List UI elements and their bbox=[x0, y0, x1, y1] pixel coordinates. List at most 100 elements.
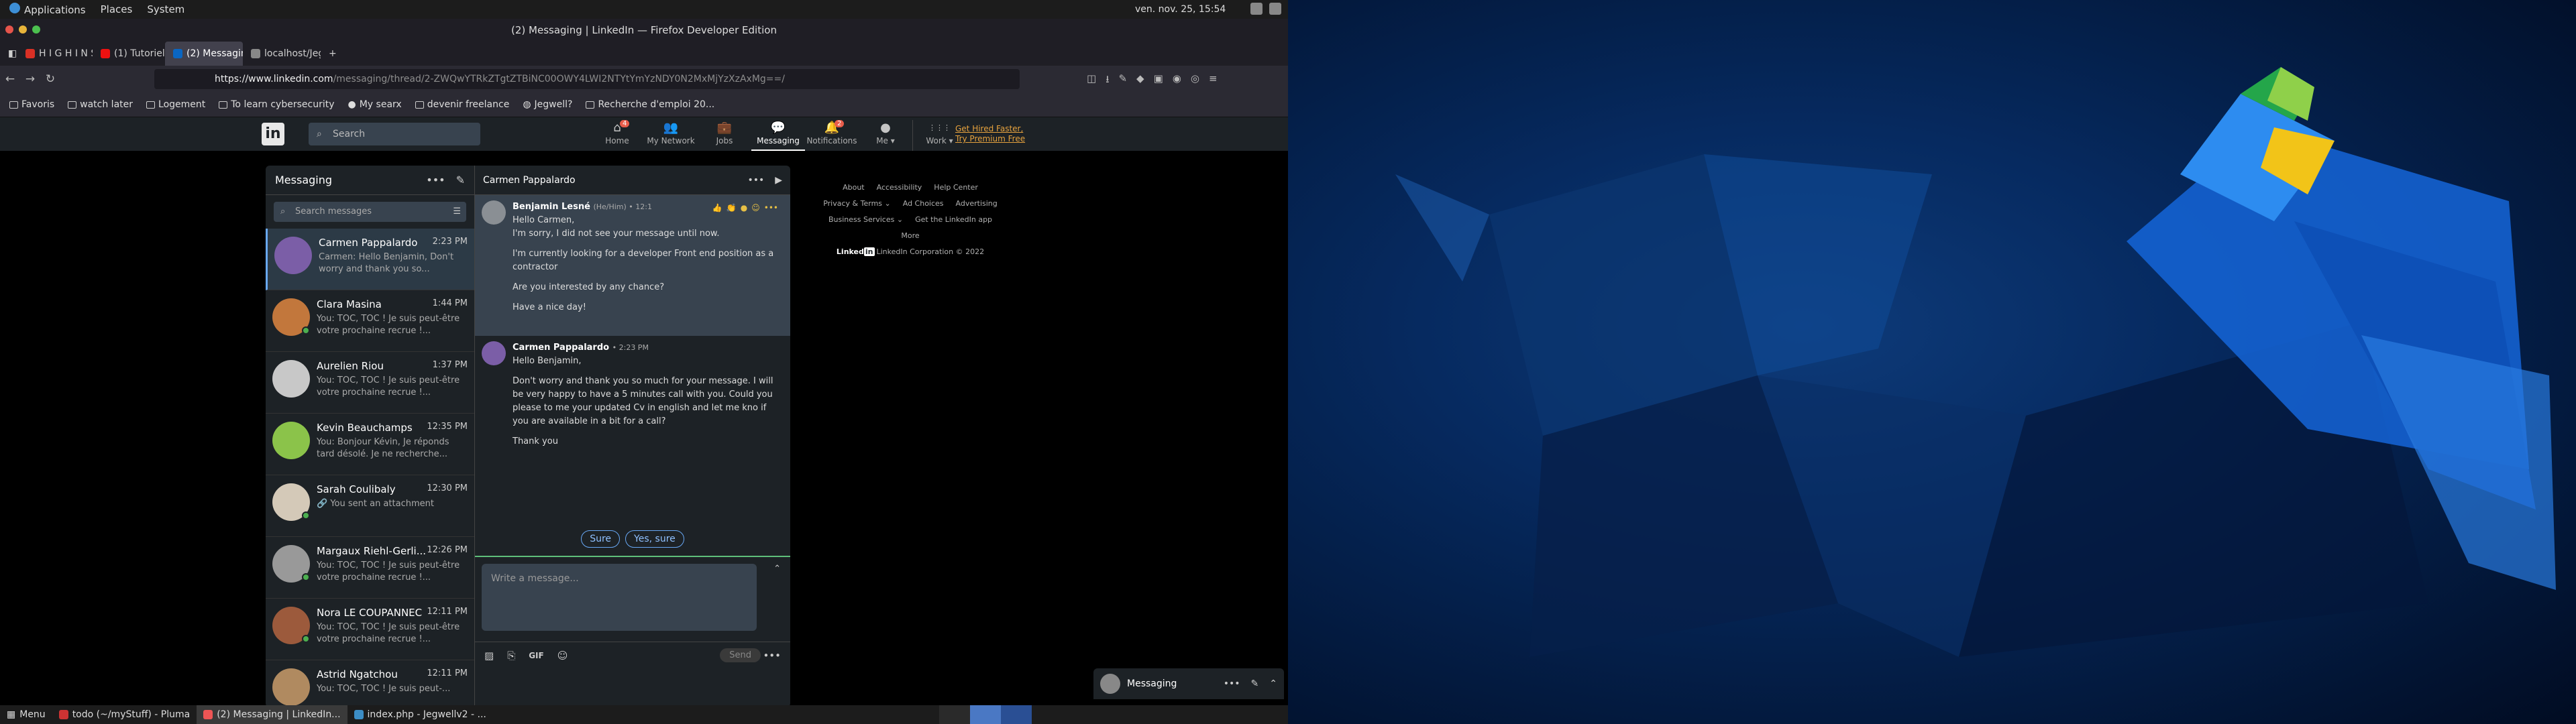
system-menu[interactable]: System bbox=[147, 3, 184, 15]
linkedin-logo[interactable]: in bbox=[262, 123, 284, 145]
nav-home[interactable]: ⌂ 4 Home bbox=[590, 120, 644, 151]
reaction-bar: 👍 👏 ● ☺ ••• bbox=[712, 203, 778, 213]
new-tab-button[interactable]: + bbox=[321, 42, 345, 66]
nav-jobs[interactable]: 💼 Jobs bbox=[698, 120, 751, 151]
extension-icon[interactable]: ◉ bbox=[1173, 72, 1181, 89]
pocket-icon[interactable]: ◫ bbox=[1087, 72, 1096, 89]
conversation-item[interactable]: Clara Masina 1:44 PM You: TOC, TOC ! Je su… bbox=[266, 290, 474, 352]
volume-icon[interactable] bbox=[1250, 3, 1263, 15]
conversation-item[interactable]: Nora LE COUPANNEC 12:11 PM You: TOC, TOC !… bbox=[266, 599, 474, 660]
nav-notifications[interactable]: 🔔 2 Notifications bbox=[805, 120, 859, 151]
conversation-item[interactable]: Margaux Riehl-Gerli... 12:26 PM You: TOC, … bbox=[266, 537, 474, 599]
nav-me[interactable]: ● Me ▾ bbox=[859, 120, 912, 151]
footer-link[interactable]: Accessibility bbox=[877, 180, 922, 196]
clock[interactable]: ven. nov. 25, 15:54 bbox=[1135, 4, 1226, 15]
tab-high-in-school[interactable]: H I G H I N S C H O bbox=[17, 42, 93, 66]
quick-replies: Sure Yes, sure bbox=[475, 530, 790, 548]
download-icon[interactable]: ⭳ bbox=[1106, 72, 1109, 89]
search-messages-input[interactable]: ⌕ Search messages ☰ bbox=[274, 202, 466, 222]
footer-link[interactable]: More bbox=[901, 228, 919, 244]
filter-icon[interactable]: ☰ bbox=[453, 202, 461, 222]
attachment-icon[interactable]: ⎘ bbox=[507, 650, 515, 662]
conversation-item[interactable]: Astrid Ngatchou 12:11 PM You: TOC, TOC ! J… bbox=[266, 660, 474, 707]
workspace-1[interactable] bbox=[939, 705, 970, 724]
footer-link[interactable]: Help Center bbox=[934, 180, 978, 196]
taskbar-window[interactable]: index.php - Jegwellv2 - ... bbox=[347, 705, 493, 724]
more-options-icon[interactable]: ••• bbox=[763, 650, 781, 662]
expand-icon[interactable]: ⌃ bbox=[773, 564, 781, 574]
conversation-item[interactable]: Aurelien Riou 1:37 PM You: TOC, TOC ! Je s… bbox=[266, 352, 474, 414]
footer-link[interactable]: Privacy & Terms ⌄ bbox=[823, 196, 891, 212]
footer-link[interactable]: Get the LinkedIn app bbox=[915, 212, 992, 228]
bookmark-folder[interactable]: Logement bbox=[146, 99, 205, 110]
workspace-2[interactable] bbox=[970, 705, 1001, 724]
global-search-input[interactable]: ⌕ Search bbox=[309, 123, 480, 145]
conversation-item[interactable]: Sarah Coulibaly 12:30 PM 🔗 You sent an att… bbox=[266, 475, 474, 537]
footer-link[interactable]: Business Services ⌄ bbox=[828, 212, 903, 228]
workspace-3[interactable] bbox=[1001, 705, 1032, 724]
applications-menu[interactable]: Applications bbox=[9, 3, 86, 16]
extension-icon[interactable]: ▣ bbox=[1154, 72, 1163, 89]
back-icon[interactable]: ← bbox=[0, 72, 20, 86]
send-button[interactable]: Send bbox=[720, 648, 761, 662]
forward-icon[interactable]: → bbox=[20, 72, 40, 86]
quick-reply-yes-sure[interactable]: Yes, sure bbox=[625, 530, 684, 548]
bookmark-link[interactable]: ◍ Jegwell? bbox=[523, 99, 572, 110]
extension-icon[interactable]: ◆ bbox=[1136, 72, 1144, 89]
message-line: Are you interested by any chance? bbox=[513, 282, 665, 292]
avatar-icon: ● bbox=[880, 121, 891, 135]
message-author[interactable]: Carmen Pappalardo bbox=[513, 343, 609, 353]
linkedin-wordmark: Linked bbox=[836, 247, 864, 256]
quick-reply-sure[interactable]: Sure bbox=[581, 530, 621, 548]
conversation-item[interactable]: Kevin Beauchamps 12:35 PM You: Bonjour Kév… bbox=[266, 414, 474, 475]
more-options-icon[interactable]: ••• bbox=[1224, 678, 1240, 689]
footer-link[interactable]: Advertising bbox=[956, 196, 998, 212]
video-call-icon[interactable]: ▶ bbox=[775, 175, 782, 186]
heart-icon[interactable]: ● bbox=[741, 203, 747, 213]
bookmark-folder[interactable]: To learn cybersecurity bbox=[219, 99, 335, 110]
bookmark-link[interactable]: ● My searx bbox=[348, 99, 402, 110]
more-options-icon[interactable]: ••• bbox=[426, 174, 445, 186]
laugh-icon[interactable]: ☺ bbox=[751, 203, 760, 213]
start-menu-button[interactable]: ▦ Menu bbox=[0, 705, 52, 724]
firefox-view-icon[interactable]: ◧ bbox=[0, 42, 17, 66]
widget-title: Messaging bbox=[1127, 678, 1177, 689]
thread-contact-name[interactable]: Carmen Pappalardo bbox=[483, 175, 576, 186]
url-bar[interactable]: https://www.linkedin.com/messaging/threa… bbox=[154, 69, 1020, 89]
nav-my-network[interactable]: 👥 My Network bbox=[644, 120, 698, 151]
hamburger-menu-icon[interactable]: ≡ bbox=[1209, 72, 1218, 89]
message-author[interactable]: Benjamin Lesné bbox=[513, 202, 590, 212]
bookmark-folder[interactable]: devenir freelance bbox=[415, 99, 509, 110]
nav-messaging[interactable]: 💬 Messaging bbox=[751, 120, 805, 151]
clap-icon[interactable]: 👏 bbox=[727, 203, 737, 213]
bookmark-folder[interactable]: Favoris bbox=[9, 99, 54, 110]
premium-upsell-link[interactable]: Get Hired Faster, Try Premium Free bbox=[955, 124, 1025, 144]
bookmark-folder[interactable]: Recherche d'emploi 20... bbox=[586, 99, 714, 110]
gif-button[interactable]: GIF bbox=[529, 651, 544, 660]
chevron-up-icon[interactable]: ⌃ bbox=[1269, 678, 1277, 689]
emoji-icon[interactable]: ☺ bbox=[557, 650, 568, 662]
tools-icon[interactable]: ✎ bbox=[1118, 72, 1127, 89]
places-menu[interactable]: Places bbox=[101, 3, 133, 15]
taskbar-window[interactable]: todo (~/myStuff) - Pluma bbox=[52, 705, 197, 724]
thumbs-up-icon[interactable]: 👍 bbox=[712, 203, 722, 213]
message-input[interactable]: Write a message... bbox=[482, 564, 757, 631]
tab-tutoriel-php[interactable]: (1) Tutoriel PHP : Develo bbox=[93, 42, 165, 66]
footer-link[interactable]: Ad Choices bbox=[903, 196, 944, 212]
footer-link[interactable]: About bbox=[843, 180, 865, 196]
tab-localhost[interactable]: localhost/Jegwellv2✕ bbox=[243, 42, 321, 66]
more-icon[interactable]: ••• bbox=[764, 203, 778, 213]
compose-icon[interactable]: ✎ bbox=[456, 174, 465, 186]
reload-icon[interactable]: ↻ bbox=[40, 72, 60, 86]
taskbar-window[interactable]: (2) Messaging | LinkedIn... bbox=[197, 705, 347, 724]
messaging-overlay-widget[interactable]: Messaging ••• ✎ ⌃ bbox=[1093, 668, 1284, 699]
more-options-icon[interactable]: ••• bbox=[747, 175, 764, 186]
window-list-icon[interactable] bbox=[1269, 3, 1281, 15]
image-icon[interactable]: ▨ bbox=[484, 650, 494, 662]
tab-linkedin-messaging[interactable]: (2) Messaging | LinkedIn✕ bbox=[165, 42, 243, 66]
compose-icon[interactable]: ✎ bbox=[1251, 678, 1259, 689]
bookmark-folder[interactable]: watch later bbox=[68, 99, 133, 110]
online-status-icon bbox=[302, 573, 310, 581]
conversation-item[interactable]: Carmen Pappalardo 2:23 PM Carmen: Hello Be… bbox=[266, 229, 474, 290]
account-icon[interactable]: ◎ bbox=[1191, 72, 1199, 89]
